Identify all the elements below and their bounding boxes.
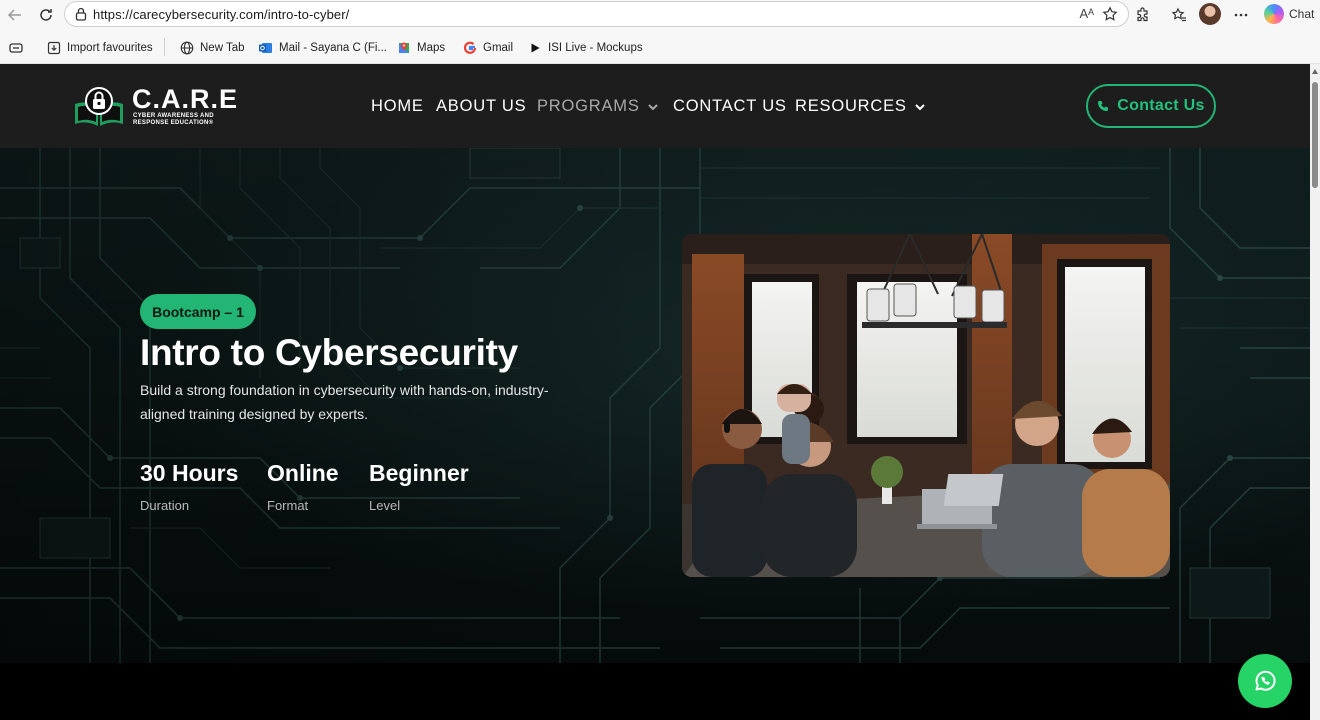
nav-about-label: ABOUT US [436, 97, 527, 115]
bookmark-label: Mail - Sayana C (Fi... [279, 41, 387, 54]
bookmark-gmail[interactable]: Gmail [462, 40, 513, 55]
bookmark-label: Maps [417, 41, 446, 54]
hero-section: Bootcamp – 1 Intro to Cybersecurity Buil… [0, 148, 1310, 663]
page-scrollbar[interactable] [1310, 64, 1320, 720]
nav-contact-us[interactable]: CONTACT US [673, 97, 787, 116]
back-icon[interactable] [4, 4, 26, 26]
site-header: C.A.R.E CYBER AWARENESS AND RESPONSE EDU… [0, 64, 1310, 148]
browser-toolbar: https://carecybersecurity.com/intro-to-c… [0, 0, 1320, 30]
logo-title: C.A.R.E [132, 84, 239, 114]
hero-team-photo [682, 234, 1170, 577]
bookmark-isi-live[interactable]: ISI Live - Mockups [527, 40, 643, 55]
profile-avatar[interactable] [1199, 3, 1221, 25]
bookmark-new-tab[interactable]: New Tab [179, 40, 245, 55]
nav-programs[interactable]: PROGRAMS [537, 97, 659, 116]
logo-subtitle: CYBER AWARENESS AND RESPONSE EDUCATION® [133, 113, 214, 126]
care-logo[interactable]: C.A.R.E CYBER AWARENESS AND RESPONSE EDU… [72, 80, 237, 132]
bookmarks-bar: Import favourites New Tab Mail - Sayana … [0, 30, 1320, 64]
copilot-chat-button[interactable]: Chat [1264, 3, 1314, 25]
stat-label: Format [267, 498, 309, 513]
whatsapp-icon [1255, 670, 1276, 691]
chevron-down-icon [647, 103, 658, 110]
next-section [0, 663, 1310, 720]
bookmark-import-favourites[interactable]: Import favourites [46, 40, 153, 55]
nav-home-label: HOME [371, 97, 424, 115]
logo-book-lock-icon [75, 87, 123, 126]
stat-label: Duration [140, 498, 190, 513]
url-text[interactable]: https://carecybersecurity.com/intro-to-c… [93, 7, 349, 22]
refresh-icon[interactable] [35, 4, 57, 26]
bookmark-label: ISI Live - Mockups [548, 41, 643, 54]
bookmark-label: New Tab [200, 41, 245, 54]
phone-icon [1098, 101, 1109, 111]
bookmark-label: Gmail [483, 41, 514, 54]
nav-contact-label: CONTACT US [673, 97, 787, 115]
bootcamp-badge: Bootcamp – 1 [140, 294, 256, 329]
copilot-icon [1264, 4, 1284, 24]
whatsapp-chat-button[interactable] [1238, 654, 1292, 708]
favorites-icon[interactable] [1168, 4, 1190, 26]
bookmark-mail[interactable]: Mail - Sayana C (Fi... [258, 40, 387, 55]
extensions-icon[interactable] [1132, 4, 1154, 26]
sidebar-toggle-icon[interactable] [8, 40, 23, 55]
bookmark-maps[interactable]: Maps [396, 40, 445, 55]
import-icon [46, 40, 61, 55]
bookmark-label: Import favourites [67, 41, 153, 54]
contact-us-button[interactable]: Contact Us [1086, 84, 1216, 128]
chat-label: Chat [1289, 7, 1315, 21]
bookmarks-divider [164, 38, 165, 56]
read-aloud-icon[interactable]: Aᴬ [1079, 6, 1094, 21]
nav-home[interactable]: HOME [371, 97, 424, 116]
nav-about-us[interactable]: ABOUT US [436, 97, 526, 116]
scroll-up-arrow-icon[interactable] [1312, 69, 1318, 74]
page-viewport: C.A.R.E CYBER AWARENESS AND RESPONSE EDU… [0, 64, 1310, 720]
stat-level: Beginner Level [369, 460, 469, 513]
contact-us-label: Contact Us [1117, 97, 1205, 114]
chevron-down-icon [915, 103, 925, 110]
stat-format: Online Format [267, 460, 339, 513]
address-bar[interactable]: https://carecybersecurity.com/intro-to-c… [64, 1, 1129, 27]
stat-value: Online [267, 460, 339, 486]
nav-resources[interactable]: RESOURCES [795, 97, 926, 116]
hero-title: Intro to Cybersecurity [140, 332, 518, 373]
play-icon [527, 40, 542, 55]
scrollbar-thumb[interactable] [1312, 82, 1318, 188]
more-menu-icon[interactable] [1230, 4, 1252, 26]
stat-value: 30 Hours [140, 460, 239, 486]
stat-label: Level [369, 498, 401, 513]
nav-resources-label: RESOURCES [795, 97, 907, 115]
stat-value: Beginner [369, 460, 469, 486]
lock-icon[interactable] [73, 6, 89, 22]
hero-description: Build a strong foundation in cybersecuri… [140, 382, 549, 422]
office-team-illustration [682, 234, 1170, 577]
outlook-icon [258, 40, 273, 55]
maps-icon [396, 40, 411, 55]
favorite-star-icon[interactable] [1102, 6, 1118, 22]
stat-duration: 30 Hours Duration [140, 460, 238, 513]
nav-programs-label: PROGRAMS [537, 97, 640, 115]
google-icon [462, 40, 477, 55]
globe-icon [179, 40, 194, 55]
